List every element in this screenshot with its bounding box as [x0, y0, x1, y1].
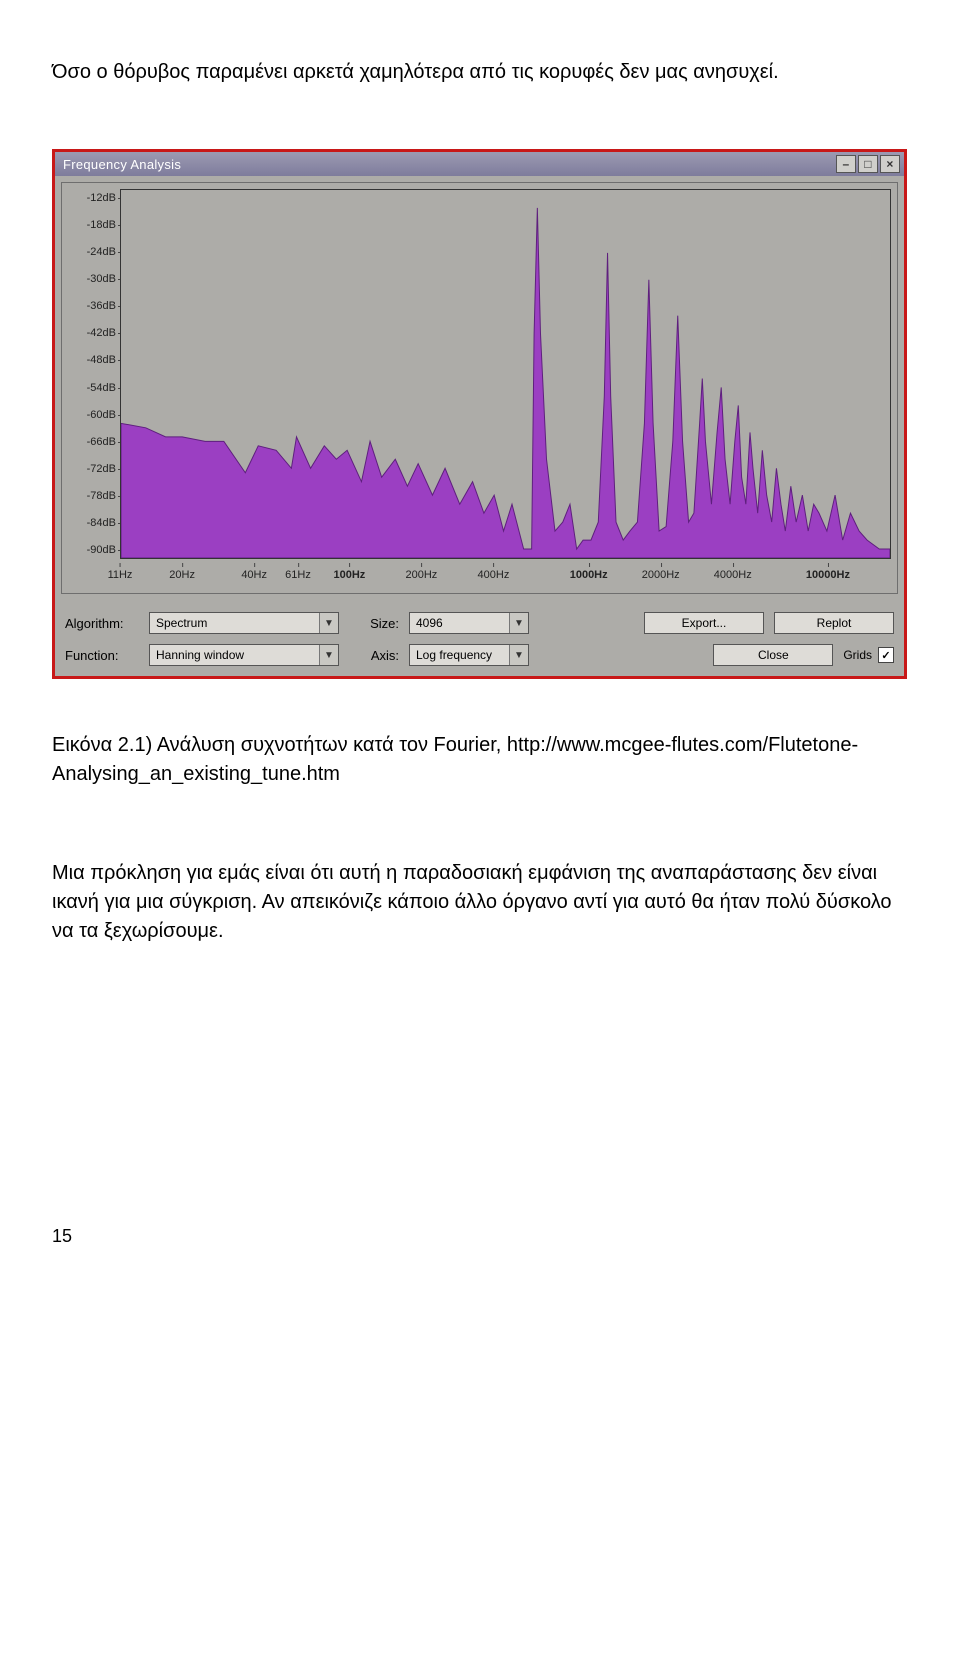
axis-combo[interactable]: Log frequency ▼	[409, 644, 529, 666]
size-combo[interactable]: 4096 ▼	[409, 612, 529, 634]
paragraph: Μια πρόκληση για εμάς είναι ότι αυτή η π…	[52, 859, 902, 946]
x-tick: 100Hz	[333, 569, 365, 581]
titlebar[interactable]: Frequency Analysis – □ ×	[55, 152, 904, 176]
y-tick: -18dB	[87, 219, 116, 231]
y-tick: -36dB	[87, 300, 116, 312]
x-tick: 1000Hz	[570, 569, 608, 581]
y-tick: -42dB	[87, 327, 116, 339]
grids-toggle[interactable]: Grids ✓	[843, 647, 894, 663]
y-tick: -54dB	[87, 382, 116, 394]
x-axis: 11Hz20Hz40Hz61Hz100Hz200Hz400Hz1000Hz200…	[120, 565, 891, 587]
function-combo[interactable]: Hanning window ▼	[149, 644, 339, 666]
x-tick: 400Hz	[478, 569, 510, 581]
checkbox-icon: ✓	[878, 647, 894, 663]
export-button[interactable]: Export...	[644, 612, 764, 634]
chevron-down-icon: ▼	[319, 613, 338, 633]
maximize-icon[interactable]: □	[858, 155, 878, 173]
y-tick: -48dB	[87, 354, 116, 366]
size-label: Size:	[349, 616, 399, 631]
algorithm-label: Algorithm:	[65, 616, 139, 631]
y-tick: -66dB	[87, 436, 116, 448]
y-axis: -12dB -18dB -24dB -30dB -36dB -42dB -48dB -54dB…	[62, 183, 120, 559]
replot-button[interactable]: Replot	[774, 612, 894, 634]
y-tick: -78dB	[87, 490, 116, 502]
y-tick: -30dB	[87, 273, 116, 285]
y-tick: -60dB	[87, 409, 116, 421]
x-tick: 20Hz	[169, 569, 195, 581]
axis-label: Axis:	[349, 648, 399, 663]
x-tick: 40Hz	[241, 569, 267, 581]
x-tick: 11Hz	[108, 569, 133, 581]
y-tick: -72dB	[87, 463, 116, 475]
intro-text: Όσο ο θόρυβος παραμένει αρκετά χαμηλότερ…	[52, 58, 908, 87]
frequency-analysis-window: Frequency Analysis – □ × -12dB -18dB -24dB…	[52, 149, 907, 679]
close-button[interactable]: Close	[713, 644, 833, 666]
chevron-down-icon: ▼	[319, 645, 338, 665]
x-tick: 200Hz	[406, 569, 438, 581]
y-tick: -84dB	[87, 517, 116, 529]
x-tick: 10000Hz	[806, 569, 850, 581]
spectrum-plot	[120, 189, 891, 559]
y-tick: -24dB	[87, 246, 116, 258]
chevron-down-icon: ▼	[509, 645, 528, 665]
algorithm-combo[interactable]: Spectrum ▼	[149, 612, 339, 634]
close-icon[interactable]: ×	[880, 155, 900, 173]
window-title: Frequency Analysis	[63, 157, 181, 172]
controls-panel: Algorithm: Spectrum ▼ Size: 4096 ▼ Expor…	[55, 594, 904, 676]
x-tick: 2000Hz	[642, 569, 680, 581]
x-tick: 61Hz	[285, 569, 311, 581]
page-number: 15	[52, 1226, 908, 1247]
function-label: Function:	[65, 648, 139, 663]
y-tick: -12dB	[87, 192, 116, 204]
x-tick: 4000Hz	[714, 569, 752, 581]
figure-caption: Εικόνα 2.1) Ανάλυση συχνοτήτων κατά τον …	[52, 731, 902, 789]
y-tick: -90dB	[87, 544, 116, 556]
minimize-icon[interactable]: –	[836, 155, 856, 173]
chevron-down-icon: ▼	[509, 613, 528, 633]
chart-area: -12dB -18dB -24dB -30dB -36dB -42dB -48dB -54dB…	[61, 182, 898, 594]
